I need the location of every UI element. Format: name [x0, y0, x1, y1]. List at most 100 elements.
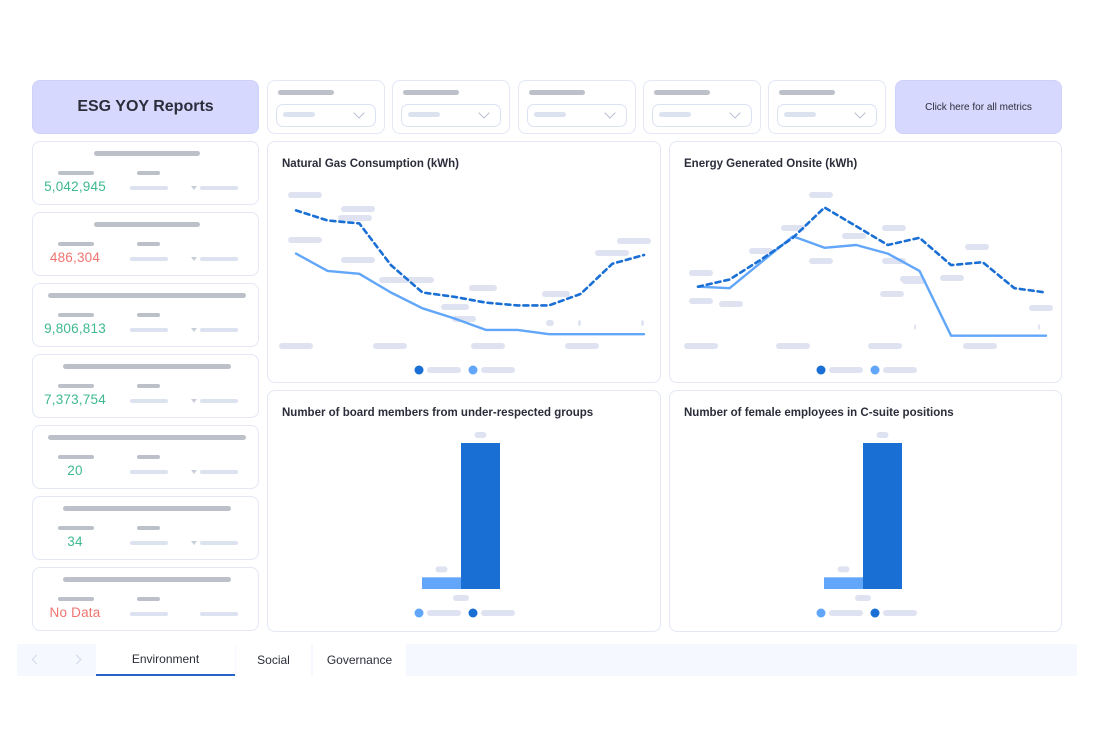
- kpi-card[interactable]: 486,304: [32, 212, 259, 276]
- filter-select[interactable]: [401, 104, 501, 127]
- kpi-comparison: [130, 541, 168, 545]
- all-metrics-button-label: Click here for all metrics: [925, 101, 1032, 113]
- kpi-sub-label: [58, 384, 94, 388]
- tab-social[interactable]: Social: [236, 644, 311, 676]
- chevron-down-icon: [604, 107, 616, 119]
- data-label-placeholder: [641, 320, 644, 326]
- kpi-value: 7,373,754: [44, 392, 106, 407]
- data-label-placeholder: [689, 270, 713, 276]
- tab-governance[interactable]: Governance: [313, 644, 406, 676]
- data-label-placeholder: [880, 291, 904, 297]
- kpi-change: [200, 328, 238, 332]
- kpi-comparison: [130, 328, 168, 332]
- bar-value-label: [837, 566, 850, 573]
- x-axis-tick-label: [684, 343, 718, 349]
- filter-label: [779, 90, 835, 95]
- chart-card-board-members: Number of board members from under-respe…: [267, 390, 661, 632]
- data-label-placeholder: [578, 320, 581, 326]
- kpi-value: No Data: [49, 605, 101, 620]
- down-triangle-icon: [191, 186, 197, 190]
- chart-card-energy-generated: Energy Generated Onsite (kWh): [669, 141, 1062, 383]
- filter-label: [278, 90, 334, 95]
- data-label-placeholder: [1038, 324, 1040, 330]
- kpi-sub-label: [137, 242, 160, 246]
- filter-value: [659, 112, 691, 117]
- data-label-placeholder: [341, 257, 375, 263]
- kpi-comparison: [130, 399, 168, 403]
- data-label-placeholder: [288, 192, 322, 198]
- filter-4: [643, 80, 761, 134]
- x-axis-tick-label: [565, 343, 599, 349]
- filter-label: [654, 90, 710, 95]
- legend-label-current: [883, 610, 917, 616]
- data-label-placeholder: [617, 238, 651, 244]
- kpi-card[interactable]: 5,042,945: [32, 141, 259, 205]
- tab-label: Environment: [131, 652, 200, 666]
- kpi-comparison: [130, 186, 168, 190]
- filter-3: [518, 80, 636, 134]
- kpi-sub-label: [58, 242, 94, 246]
- tab-environment[interactable]: Environment: [96, 644, 235, 676]
- filter-select[interactable]: [652, 104, 752, 127]
- kpi-card[interactable]: 34: [32, 496, 259, 560]
- kpi-sub-label: [58, 526, 94, 530]
- female-csuite-bar-chart: [816, 432, 917, 618]
- kpi-title: [62, 506, 231, 511]
- kpi-title: [47, 435, 246, 440]
- down-triangle-icon: [191, 328, 197, 332]
- kpi-sub-label: [137, 171, 160, 175]
- filter-label: [529, 90, 585, 95]
- kpi-title: [93, 222, 200, 227]
- bar-current: [863, 443, 902, 589]
- legend-label-current: [481, 610, 515, 616]
- data-label-placeholder: [900, 276, 924, 282]
- legend-label-current: [427, 367, 461, 373]
- bar-value-label: [435, 566, 448, 573]
- page-title-text: ESG YOY Reports: [77, 98, 214, 115]
- chevron-down-icon: [854, 107, 866, 119]
- data-label-placeholder: [809, 258, 833, 264]
- kpi-change: [200, 186, 238, 190]
- chevron-down-icon: [478, 107, 490, 119]
- filter-select[interactable]: [777, 104, 877, 127]
- kpi-value: 486,304: [49, 250, 101, 265]
- down-triangle-icon: [191, 541, 197, 545]
- legend-label-previous: [481, 367, 515, 373]
- kpi-card[interactable]: No Data: [32, 567, 259, 631]
- legend-marker-current: [468, 608, 478, 618]
- chart-card-natural-gas: Natural Gas Consumption (kWh): [267, 141, 661, 383]
- chevron-left-icon[interactable]: [31, 654, 42, 665]
- filter-value: [283, 112, 315, 117]
- x-axis-tick-label: [471, 343, 505, 349]
- down-triangle-icon: [191, 257, 197, 261]
- x-axis-tick-label: [279, 343, 313, 349]
- x-axis-tick-label: [855, 595, 871, 601]
- kpi-change: [200, 470, 238, 474]
- kpi-sub-label: [137, 526, 160, 530]
- kpi-title: [47, 293, 246, 298]
- data-label-placeholder: [542, 291, 570, 297]
- all-metrics-button[interactable]: Click here for all metrics: [895, 80, 1062, 134]
- kpi-sub-label: [137, 384, 160, 388]
- kpi-card[interactable]: 7,373,754: [32, 354, 259, 418]
- filter-select[interactable]: [527, 104, 627, 127]
- kpi-sub-label: [58, 455, 94, 459]
- data-label-placeholder: [595, 250, 629, 256]
- x-axis-tick-label: [453, 595, 469, 601]
- tab-label: Social: [257, 653, 290, 667]
- kpi-card[interactable]: 20: [32, 425, 259, 489]
- data-label-placeholder: [288, 237, 322, 243]
- x-axis-tick-label: [373, 343, 407, 349]
- kpi-sub-label: [137, 455, 160, 459]
- legend-marker-current: [816, 365, 826, 375]
- kpi-change: [200, 612, 238, 616]
- kpi-card[interactable]: 9,806,813: [32, 283, 259, 347]
- kpi-comparison: [130, 257, 168, 261]
- chevron-right-icon[interactable]: [71, 654, 82, 665]
- bar-value-label: [474, 432, 487, 438]
- kpi-value: 34: [67, 534, 83, 549]
- kpi-sub-label: [137, 313, 160, 317]
- legend-marker-current: [870, 608, 880, 618]
- filter-select[interactable]: [276, 104, 376, 127]
- data-label-placeholder: [965, 244, 989, 250]
